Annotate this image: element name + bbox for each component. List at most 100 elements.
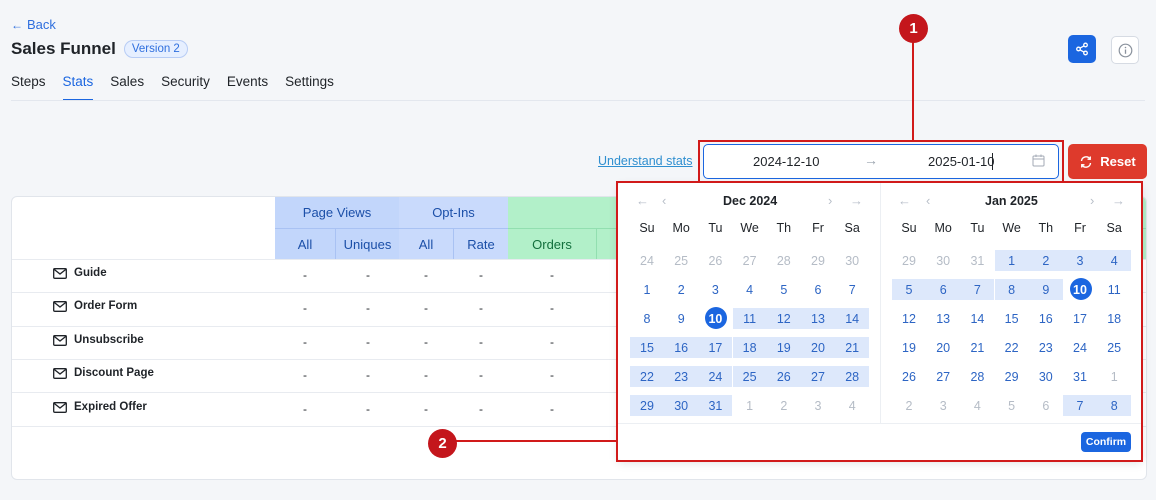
day-cell[interactable]: 31 <box>698 395 733 416</box>
prev-year-icon[interactable]: ← <box>636 193 649 208</box>
day-cell[interactable]: 22 <box>630 366 664 387</box>
day-cell-selected[interactable]: 10 <box>698 307 732 329</box>
tab-security[interactable]: Security <box>161 74 210 101</box>
day-cell[interactable]: 1 <box>630 279 664 300</box>
day-cell[interactable]: 6 <box>1029 395 1063 416</box>
back-link[interactable]: ← Back <box>11 17 56 32</box>
day-cell[interactable]: 27 <box>733 250 767 271</box>
day-cell[interactable]: 21 <box>960 337 994 358</box>
tab-sales[interactable]: Sales <box>110 74 144 101</box>
day-cell[interactable]: 2 <box>1028 250 1063 271</box>
day-cell[interactable]: 18 <box>732 337 767 358</box>
next-year-icon[interactable]: → <box>850 193 863 208</box>
day-cell[interactable]: 26 <box>892 366 926 387</box>
date-range-picker[interactable]: 2024-12-10 → 2025-01-10 <box>703 144 1059 179</box>
day-cell[interactable]: 12 <box>892 308 926 329</box>
day-cell-selected[interactable]: 10 <box>1063 278 1097 300</box>
day-cell[interactable]: 3 <box>926 395 960 416</box>
day-cell[interactable]: 8 <box>994 279 1029 300</box>
day-cell[interactable]: 4 <box>733 279 767 300</box>
day-cell[interactable]: 19 <box>892 337 926 358</box>
day-cell[interactable]: 29 <box>630 395 664 416</box>
day-cell[interactable]: 27 <box>801 366 835 387</box>
day-cell[interactable]: 22 <box>995 337 1029 358</box>
next-year-icon[interactable]: → <box>1112 193 1125 208</box>
day-cell[interactable]: 25 <box>732 366 767 387</box>
day-cell[interactable]: 8 <box>630 308 664 329</box>
day-cell[interactable]: 24 <box>630 250 664 271</box>
day-cell[interactable]: 15 <box>630 337 664 358</box>
table-row[interactable]: Discount Page <box>53 367 154 379</box>
next-month-icon[interactable]: › <box>828 193 832 208</box>
day-cell[interactable]: 9 <box>1028 279 1063 300</box>
understand-stats-link[interactable]: Understand stats <box>598 154 693 168</box>
day-cell[interactable]: 20 <box>801 337 835 358</box>
tab-steps[interactable]: Steps <box>11 74 46 101</box>
day-cell[interactable]: 24 <box>698 366 733 387</box>
day-cell[interactable]: 16 <box>664 337 699 358</box>
start-date-input[interactable]: 2024-12-10 <box>753 154 820 169</box>
day-cell[interactable]: 14 <box>960 308 994 329</box>
day-cell[interactable]: 28 <box>960 366 994 387</box>
day-cell[interactable]: 30 <box>1029 366 1063 387</box>
day-cell[interactable]: 23 <box>1029 337 1063 358</box>
day-cell[interactable]: 7 <box>960 279 995 300</box>
day-cell[interactable]: 18 <box>1097 308 1131 329</box>
day-cell[interactable]: 29 <box>995 366 1029 387</box>
day-cell[interactable]: 29 <box>801 250 835 271</box>
tab-events[interactable]: Events <box>227 74 268 101</box>
day-cell[interactable]: 25 <box>664 250 698 271</box>
day-cell[interactable]: 6 <box>926 279 961 300</box>
day-cell[interactable]: 1 <box>1097 366 1131 387</box>
day-cell[interactable]: 17 <box>1063 308 1097 329</box>
day-cell[interactable]: 19 <box>766 337 801 358</box>
day-cell[interactable]: 30 <box>926 250 960 271</box>
day-cell[interactable]: 15 <box>995 308 1029 329</box>
day-cell[interactable]: 17 <box>698 337 733 358</box>
prev-month-icon[interactable]: ‹ <box>662 193 666 208</box>
prev-month-icon[interactable]: ‹ <box>926 193 930 208</box>
day-cell[interactable]: 3 <box>1063 250 1097 271</box>
day-cell[interactable]: 7 <box>1063 395 1097 416</box>
day-cell[interactable]: 2 <box>892 395 926 416</box>
prev-year-icon[interactable]: ← <box>898 193 911 208</box>
day-cell[interactable]: 9 <box>664 308 698 329</box>
day-cell[interactable]: 24 <box>1063 337 1097 358</box>
left-month-title[interactable]: Dec 2024 <box>723 194 777 208</box>
day-cell[interactable]: 31 <box>1063 366 1097 387</box>
day-cell[interactable]: 26 <box>766 366 801 387</box>
day-cell[interactable]: 2 <box>767 395 801 416</box>
day-cell[interactable]: 26 <box>698 250 732 271</box>
share-button[interactable] <box>1068 35 1096 63</box>
right-month-title[interactable]: Jan 2025 <box>985 194 1038 208</box>
day-cell[interactable]: 5 <box>767 279 801 300</box>
day-cell[interactable]: 5 <box>892 279 926 300</box>
confirm-button[interactable]: Confirm <box>1081 432 1131 452</box>
next-month-icon[interactable]: › <box>1090 193 1094 208</box>
day-cell[interactable]: 27 <box>926 366 960 387</box>
day-cell[interactable]: 1 <box>733 395 767 416</box>
day-cell[interactable]: 29 <box>892 250 926 271</box>
tab-settings[interactable]: Settings <box>285 74 334 101</box>
day-cell[interactable]: 28 <box>835 366 870 387</box>
day-cell[interactable]: 7 <box>835 279 869 300</box>
day-cell[interactable]: 30 <box>664 395 699 416</box>
table-row[interactable]: Expired Offer <box>53 401 147 413</box>
day-cell[interactable]: 31 <box>960 250 994 271</box>
day-cell[interactable]: 13 <box>801 308 835 329</box>
day-cell[interactable]: 25 <box>1097 337 1131 358</box>
day-cell[interactable]: 23 <box>664 366 699 387</box>
day-cell[interactable]: 6 <box>801 279 835 300</box>
end-date-input[interactable]: 2025-01-10 <box>928 154 995 169</box>
day-cell[interactable]: 20 <box>926 337 960 358</box>
tab-stats[interactable]: Stats <box>62 74 94 101</box>
day-cell[interactable]: 11 <box>1097 279 1131 300</box>
day-cell[interactable]: 4 <box>1097 250 1132 271</box>
table-row[interactable]: Order Form <box>53 300 137 312</box>
day-cell[interactable]: 14 <box>835 308 870 329</box>
day-cell[interactable]: 16 <box>1029 308 1063 329</box>
day-cell[interactable]: 13 <box>926 308 960 329</box>
day-cell[interactable]: 5 <box>995 395 1029 416</box>
day-cell[interactable]: 3 <box>801 395 835 416</box>
table-row[interactable]: Guide <box>53 267 107 279</box>
